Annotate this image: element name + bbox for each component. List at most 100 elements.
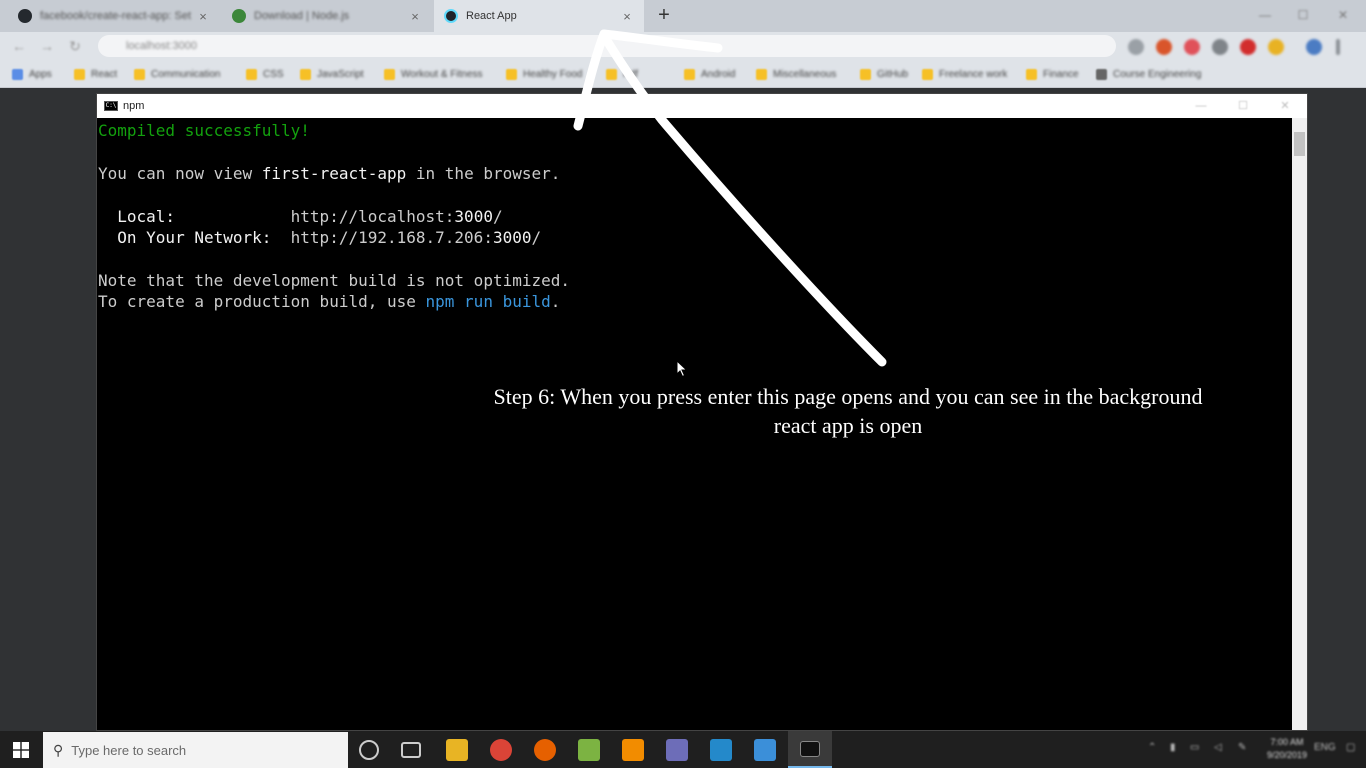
tab-title: React App bbox=[466, 10, 517, 22]
battery-icon[interactable]: ▭ bbox=[1190, 742, 1199, 753]
bookmark-apps[interactable]: Apps bbox=[12, 66, 52, 82]
bookmark-folder[interactable]: Workout & Fitness bbox=[384, 66, 483, 82]
react-icon bbox=[444, 9, 458, 23]
close-icon[interactable]: × bbox=[196, 9, 210, 24]
close-icon[interactable]: × bbox=[408, 9, 422, 24]
search-icon: ⚲ bbox=[53, 741, 64, 758]
extension-icon[interactable] bbox=[1212, 39, 1228, 55]
windows-logo-icon bbox=[13, 741, 29, 758]
folder-icon bbox=[506, 68, 517, 80]
console-scrollbar[interactable] bbox=[1292, 118, 1307, 730]
bookmark-folder[interactable]: React bbox=[74, 66, 117, 82]
cortana-icon[interactable] bbox=[359, 740, 379, 760]
bookmark-star-icon[interactable] bbox=[1128, 39, 1144, 55]
minimize-button[interactable]: — bbox=[1250, 4, 1280, 26]
tab-github[interactable]: facebook/create-react-app: Set × bbox=[8, 0, 220, 32]
address-bar[interactable]: localhost:3000 bbox=[98, 35, 1116, 57]
tray-chevron-icon[interactable]: ⌃ bbox=[1148, 742, 1156, 753]
address-url: localhost:3000 bbox=[126, 40, 197, 52]
chrome-icon[interactable] bbox=[490, 739, 512, 761]
build-command: npm run build bbox=[425, 292, 551, 311]
taskbar-clock[interactable]: 7:00 AM 9/20/2019 bbox=[1262, 736, 1312, 762]
vscode-icon[interactable] bbox=[710, 739, 732, 761]
extension-icon[interactable] bbox=[1268, 39, 1284, 55]
browser-toolbar: ← → ↻ localhost:3000 bbox=[0, 32, 1366, 60]
notifications-icon[interactable]: ▢ bbox=[1346, 742, 1355, 753]
app-icon[interactable] bbox=[754, 739, 776, 761]
firefox-icon[interactable] bbox=[534, 739, 556, 761]
extension-icon[interactable] bbox=[1184, 39, 1200, 55]
volume-icon[interactable]: ◁ bbox=[1214, 742, 1222, 753]
caption-line-2: react app is open bbox=[773, 413, 923, 438]
tutorial-caption: Step 6: When you press enter this page o… bbox=[420, 382, 1276, 440]
console-titlebar[interactable]: C:\ npm — ☐ ✕ bbox=[97, 94, 1307, 118]
caption-line-1: Step 6: When you press enter this page o… bbox=[493, 384, 1203, 409]
folder-icon bbox=[74, 68, 85, 80]
local-label: Local: bbox=[98, 207, 291, 226]
tab-title: Download | Node.js bbox=[254, 10, 350, 22]
reload-button[interactable]: ↻ bbox=[66, 37, 84, 55]
network-icon[interactable]: ▮ bbox=[1170, 742, 1176, 753]
view-message: You can now view first-react-app in the … bbox=[98, 164, 561, 183]
menu-icon[interactable] bbox=[1336, 39, 1340, 55]
console-minimize-button[interactable]: — bbox=[1189, 96, 1213, 116]
pen-icon[interactable]: ✎ bbox=[1238, 742, 1246, 753]
folder-icon bbox=[860, 68, 871, 80]
console-close-button[interactable]: ✕ bbox=[1273, 96, 1297, 116]
close-icon[interactable]: × bbox=[620, 9, 634, 24]
network-url-line: On Your Network: http://192.168.7.206:30… bbox=[98, 228, 542, 247]
tab-react-app[interactable]: React App × bbox=[434, 0, 644, 32]
optimization-note: Note that the development build is not o… bbox=[98, 271, 571, 290]
maximize-button[interactable]: ☐ bbox=[1288, 4, 1318, 26]
file-explorer-icon[interactable] bbox=[446, 739, 468, 761]
bookmark-folder[interactable]: Communication bbox=[134, 66, 220, 82]
bookmark-folder[interactable]: Finance bbox=[1026, 66, 1079, 82]
new-tab-button[interactable]: + bbox=[652, 4, 676, 28]
folder-icon bbox=[246, 68, 257, 80]
network-label: On Your Network: bbox=[98, 228, 291, 247]
console-maximize-button[interactable]: ☐ bbox=[1231, 96, 1255, 116]
folder-icon bbox=[684, 68, 695, 80]
tab-title: facebook/create-react-app: Set bbox=[40, 10, 192, 22]
back-button[interactable]: ← bbox=[10, 37, 28, 55]
apps-grid-icon bbox=[12, 68, 23, 80]
vlc-icon[interactable] bbox=[622, 739, 644, 761]
scrollbar-thumb[interactable] bbox=[1294, 132, 1305, 156]
local-url-line: Local: http://localhost:3000/ bbox=[98, 207, 503, 226]
bookmark-folder[interactable]: Healthy Food bbox=[506, 66, 582, 82]
bookmark-folder[interactable]: Miscellaneous bbox=[756, 66, 836, 82]
folder-icon bbox=[134, 68, 145, 80]
app-icon[interactable] bbox=[666, 739, 688, 761]
close-window-button[interactable]: ✕ bbox=[1328, 4, 1358, 26]
bookmark-link[interactable]: Course Engineering bbox=[1096, 66, 1201, 82]
bookmark-folder[interactable]: Android bbox=[684, 66, 735, 82]
mouse-pointer-icon bbox=[676, 360, 688, 378]
console-icon: C:\ bbox=[104, 101, 118, 111]
site-icon bbox=[1096, 68, 1107, 80]
folder-icon bbox=[300, 68, 311, 80]
start-button[interactable] bbox=[0, 731, 42, 768]
bookmark-folder[interactable]: Freelance work bbox=[922, 66, 1007, 82]
task-view-icon[interactable] bbox=[401, 742, 421, 758]
production-build-hint: To create a production build, use npm ru… bbox=[98, 292, 561, 311]
folder-icon bbox=[384, 68, 395, 80]
bookmark-folder[interactable]: GitHub bbox=[860, 66, 908, 82]
bookmark-folder[interactable]: JavaScript bbox=[300, 66, 364, 82]
taskbar-search-box[interactable]: ⚲ Type here to search bbox=[43, 732, 348, 768]
bookmark-folder[interactable]: Pdf bbox=[606, 66, 638, 82]
folder-icon bbox=[1026, 68, 1037, 80]
console-title: npm bbox=[123, 100, 145, 112]
bookmarks-bar: Apps React Communication CSS JavaScript … bbox=[0, 60, 1366, 88]
notepad-plus-icon[interactable] bbox=[578, 739, 600, 761]
extension-icon[interactable] bbox=[1240, 39, 1256, 55]
github-icon bbox=[18, 9, 32, 23]
extension-icon[interactable] bbox=[1156, 39, 1172, 55]
bookmark-folder[interactable]: CSS bbox=[246, 66, 284, 82]
profile-avatar[interactable] bbox=[1306, 39, 1322, 55]
language-indicator[interactable]: ENG bbox=[1314, 742, 1336, 753]
terminal-icon bbox=[800, 741, 820, 757]
forward-button[interactable]: → bbox=[38, 37, 56, 55]
tab-nodejs[interactable]: Download | Node.js × bbox=[222, 0, 432, 32]
compiled-message: Compiled successfully! bbox=[98, 121, 310, 140]
nodejs-icon bbox=[232, 9, 246, 23]
